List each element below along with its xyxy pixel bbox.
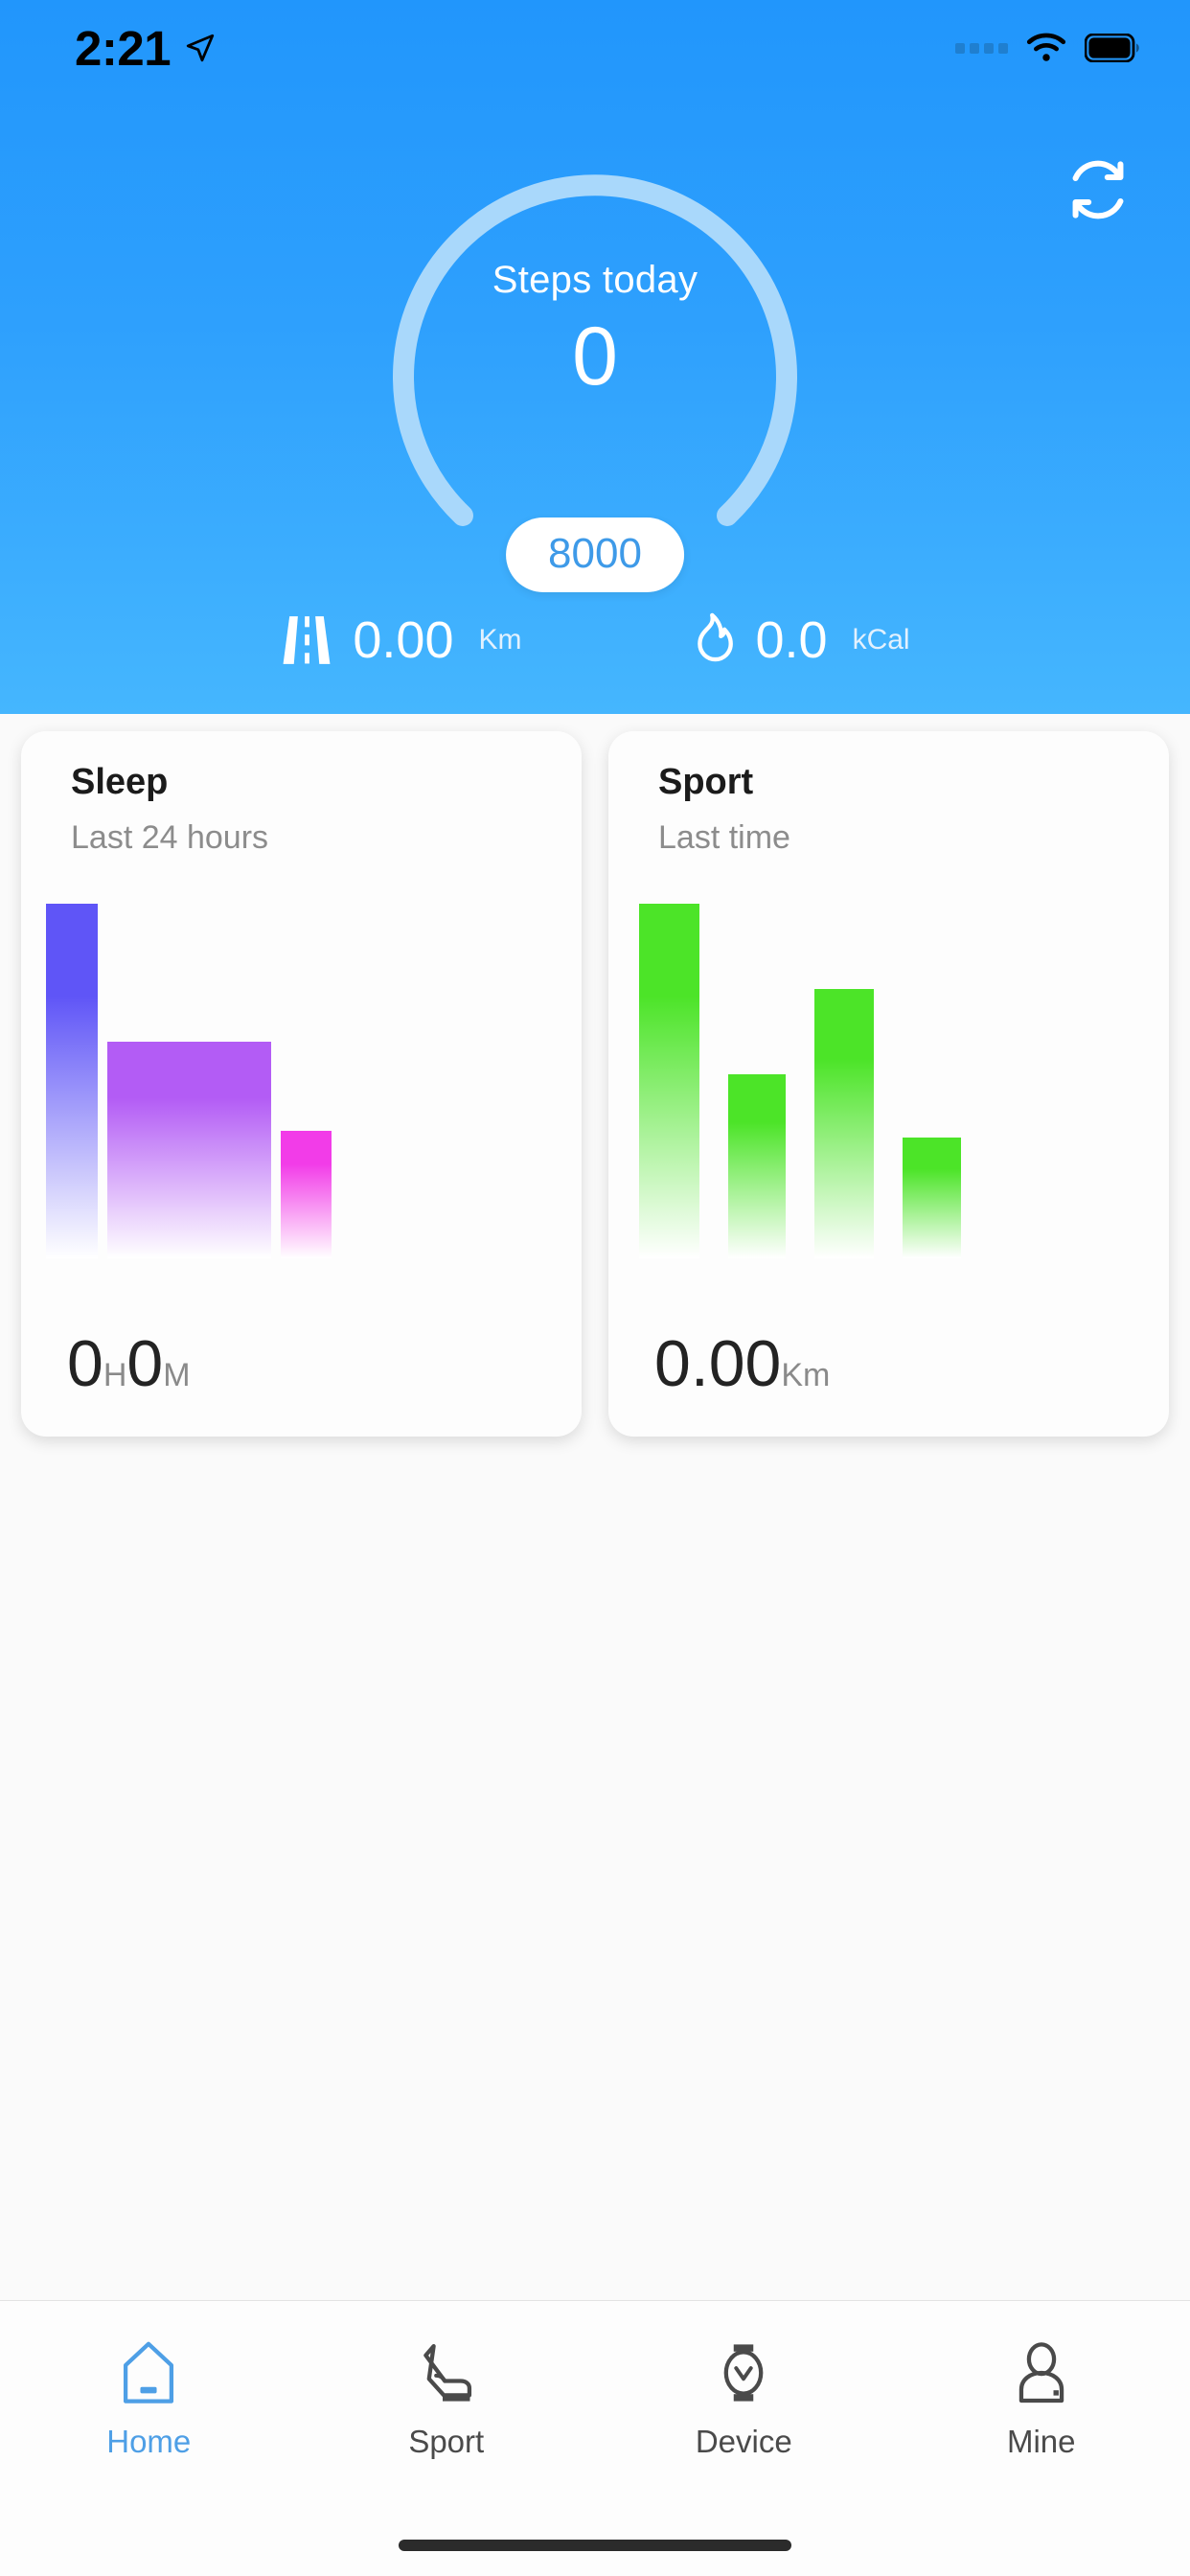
person-icon	[1018, 2342, 1064, 2404]
chart-bar	[903, 1138, 961, 1258]
sleep-bar-chart	[21, 904, 582, 1258]
watch-icon	[723, 2344, 764, 2402]
sleep-card-title: Sleep	[71, 762, 169, 802]
status-bar: 2:21	[0, 0, 1190, 96]
sport-card-subtitle: Last time	[658, 819, 790, 856]
distance-stat: 0.00 Km	[280, 611, 522, 669]
shoe-icon	[423, 2343, 471, 2402]
wifi-icon	[1026, 33, 1066, 61]
refresh-button[interactable]	[1062, 153, 1134, 226]
tab-home-label: Home	[106, 2424, 192, 2459]
calories-stat: 0.0 kCal	[685, 612, 910, 668]
sleep-hours-value: 0	[67, 1327, 103, 1400]
home-indicator	[399, 2540, 791, 2551]
ring-center-content: Steps today 0	[351, 113, 839, 571]
header-panel: 2:21 Steps today 0 8000 0.00 Km 0.0 kCal	[0, 0, 1190, 714]
sleep-card-footer: 0 H 0 M	[67, 1331, 191, 1396]
flame-icon	[697, 612, 733, 662]
chart-bar	[46, 904, 98, 1258]
status-bar-right	[955, 33, 1140, 63]
steps-progress-ring[interactable]: Steps today 0 8000	[351, 113, 839, 592]
calories-unit: kCal	[852, 624, 910, 656]
bottom-tab-bar: Home Sport Device Mine	[0, 2300, 1190, 2576]
tab-device-label: Device	[695, 2424, 792, 2459]
battery-full-icon	[1085, 34, 1139, 62]
chart-bar	[281, 1131, 332, 1258]
steps-value: 0	[572, 310, 618, 402]
tab-home[interactable]: Home	[0, 2337, 298, 2460]
road-icon	[283, 616, 331, 664]
chart-bar	[107, 1042, 271, 1258]
calories-value: 0.0	[755, 611, 828, 669]
summary-cards: Sleep Last 24 hours 0 H 0 M Sport Last t…	[0, 731, 1190, 1437]
location-arrow-icon	[186, 34, 215, 62]
chart-bar	[639, 904, 699, 1258]
tab-device[interactable]: Device	[595, 2337, 893, 2460]
sport-distance-unit: Km	[781, 1357, 831, 1393]
chart-bar	[814, 989, 874, 1258]
status-bar-left: 2:21	[75, 20, 217, 77]
status-time: 2:21	[75, 20, 172, 76]
sport-card[interactable]: Sport Last time 0.00 Km	[608, 731, 1169, 1437]
home-icon	[124, 2341, 174, 2404]
steps-label: Steps today	[492, 258, 698, 301]
sport-card-title: Sport	[658, 762, 754, 802]
chart-bar	[728, 1074, 786, 1258]
tab-mine[interactable]: Mine	[893, 2337, 1190, 2460]
header-stats-row: 0.00 Km 0.0 kCal	[0, 612, 1190, 668]
refresh-sync-icon	[1072, 160, 1124, 219]
sleep-card-subtitle: Last 24 hours	[71, 819, 269, 856]
tab-mine-label: Mine	[1006, 2424, 1076, 2459]
sleep-minutes-value: 0	[126, 1327, 164, 1400]
sport-distance-value: 0.00	[654, 1327, 782, 1400]
sleep-card[interactable]: Sleep Last 24 hours 0 H 0 M	[21, 731, 582, 1437]
tab-sport[interactable]: Sport	[298, 2337, 596, 2460]
sport-bar-chart	[608, 904, 1169, 1258]
distance-value: 0.00	[353, 611, 454, 669]
sport-card-footer: 0.00 Km	[654, 1331, 830, 1396]
sleep-hours-unit: H	[103, 1357, 127, 1393]
sleep-minutes-unit: M	[163, 1357, 191, 1393]
steps-goal-badge[interactable]: 8000	[506, 518, 684, 592]
signal-dots-icon	[955, 42, 1008, 54]
tab-sport-label: Sport	[408, 2424, 485, 2459]
distance-unit: Km	[478, 624, 522, 656]
